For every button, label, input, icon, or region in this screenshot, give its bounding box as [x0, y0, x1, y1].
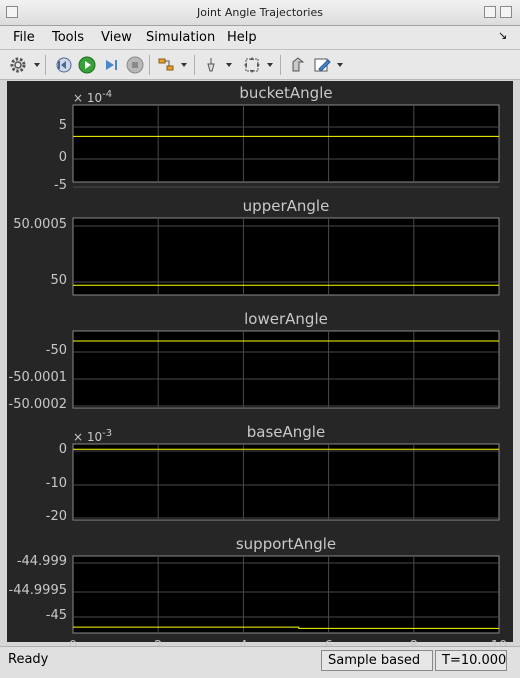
close-button[interactable] [500, 6, 512, 18]
title-bar: Joint Angle Trajectories [0, 0, 520, 26]
simulation-time: T=10.000 [435, 650, 507, 671]
plot-axes[interactable] [72, 443, 500, 521]
menu-help[interactable]: Help [227, 30, 257, 45]
signal-select-icon[interactable] [157, 56, 175, 74]
toolbar-separator [149, 55, 150, 75]
menu-view[interactable]: View [101, 30, 132, 45]
menu-tools[interactable]: Tools [52, 30, 84, 45]
sampling-mode: Sample based [321, 650, 433, 671]
status-bar: Ready Sample based T=10.000 [0, 646, 520, 678]
run-icon[interactable] [78, 56, 96, 74]
status-ready: Ready [8, 652, 49, 667]
window-menu-button[interactable] [6, 6, 18, 18]
exponent-base: × 10 [73, 91, 103, 105]
plot-title: supportAngle [235, 535, 337, 553]
plot-title: lowerAngle [244, 310, 328, 328]
menu-bar: File Tools View Simulation Help ↘ [0, 26, 520, 50]
plot-axes[interactable] [72, 555, 500, 634]
y-tick-label: -44.999 [16, 554, 67, 569]
plot-background [72, 330, 500, 409]
exponent-base: × 10 [73, 430, 103, 444]
axis-exponent: × 10-4 [73, 89, 112, 105]
menu-simulation[interactable]: Simulation [146, 30, 215, 45]
plot-background [72, 443, 500, 521]
window-title: Joint Angle Trajectories [197, 6, 323, 19]
chevron-down-icon[interactable] [181, 63, 187, 67]
plot-background [72, 555, 500, 634]
y-tick-label: -5 [54, 178, 67, 193]
y-tick-label: 5 [58, 118, 67, 133]
exponent-value: -4 [102, 89, 113, 100]
plot-axes[interactable] [72, 330, 500, 409]
gear-icon[interactable] [9, 56, 27, 74]
plot-axes[interactable] [72, 217, 500, 296]
y-tick-label: -44.9995 [8, 583, 67, 598]
cursor-icon[interactable] [202, 56, 220, 74]
axis-exponent: × 10-3 [73, 428, 112, 444]
toolbar-separator [280, 55, 281, 75]
y-tick-label: -20 [45, 509, 67, 524]
plot-title: baseAngle [246, 423, 326, 441]
y-tick-label: 50.0005 [13, 217, 67, 232]
chevron-down-icon[interactable] [267, 63, 273, 67]
y-tick-label: -45 [45, 608, 67, 623]
y-tick-label: -10 [45, 476, 67, 491]
chevron-down-icon[interactable] [226, 63, 232, 67]
y-tick-label: -50.0002 [8, 397, 67, 412]
stop-icon[interactable] [126, 56, 144, 74]
exponent-value: -3 [102, 428, 113, 439]
chevron-down-icon[interactable] [337, 63, 343, 67]
toolbar-separator [45, 55, 46, 75]
step-back-icon[interactable] [54, 56, 72, 74]
menu-file[interactable]: File [13, 30, 35, 45]
scope-figure: bucketAngle × 10-4 5 0 -5 upperAngle 50.0005 50… [7, 81, 513, 654]
plot-background [72, 217, 500, 296]
highlight-block-icon[interactable] [289, 56, 307, 74]
y-tick-label: 0 [58, 150, 67, 165]
toolbar [0, 50, 520, 80]
plot-background [72, 104, 500, 183]
plot-title: bucketAngle [239, 84, 333, 102]
toolbar-separator [194, 55, 195, 75]
plot-axes[interactable] [72, 104, 500, 188]
chevron-down-icon[interactable] [34, 63, 40, 67]
undock-icon[interactable]: ↘ [498, 29, 507, 42]
zoom-fit-icon[interactable] [243, 56, 261, 74]
edit-icon[interactable] [313, 56, 331, 74]
y-tick-label: 50 [50, 273, 67, 288]
y-tick-label: -50 [45, 343, 67, 358]
plot-title: upperAngle [242, 197, 330, 215]
y-tick-label: 0 [58, 442, 67, 457]
y-tick-label: -50.0001 [8, 370, 67, 385]
step-forward-icon[interactable] [102, 56, 120, 74]
maximize-button[interactable] [484, 6, 496, 18]
